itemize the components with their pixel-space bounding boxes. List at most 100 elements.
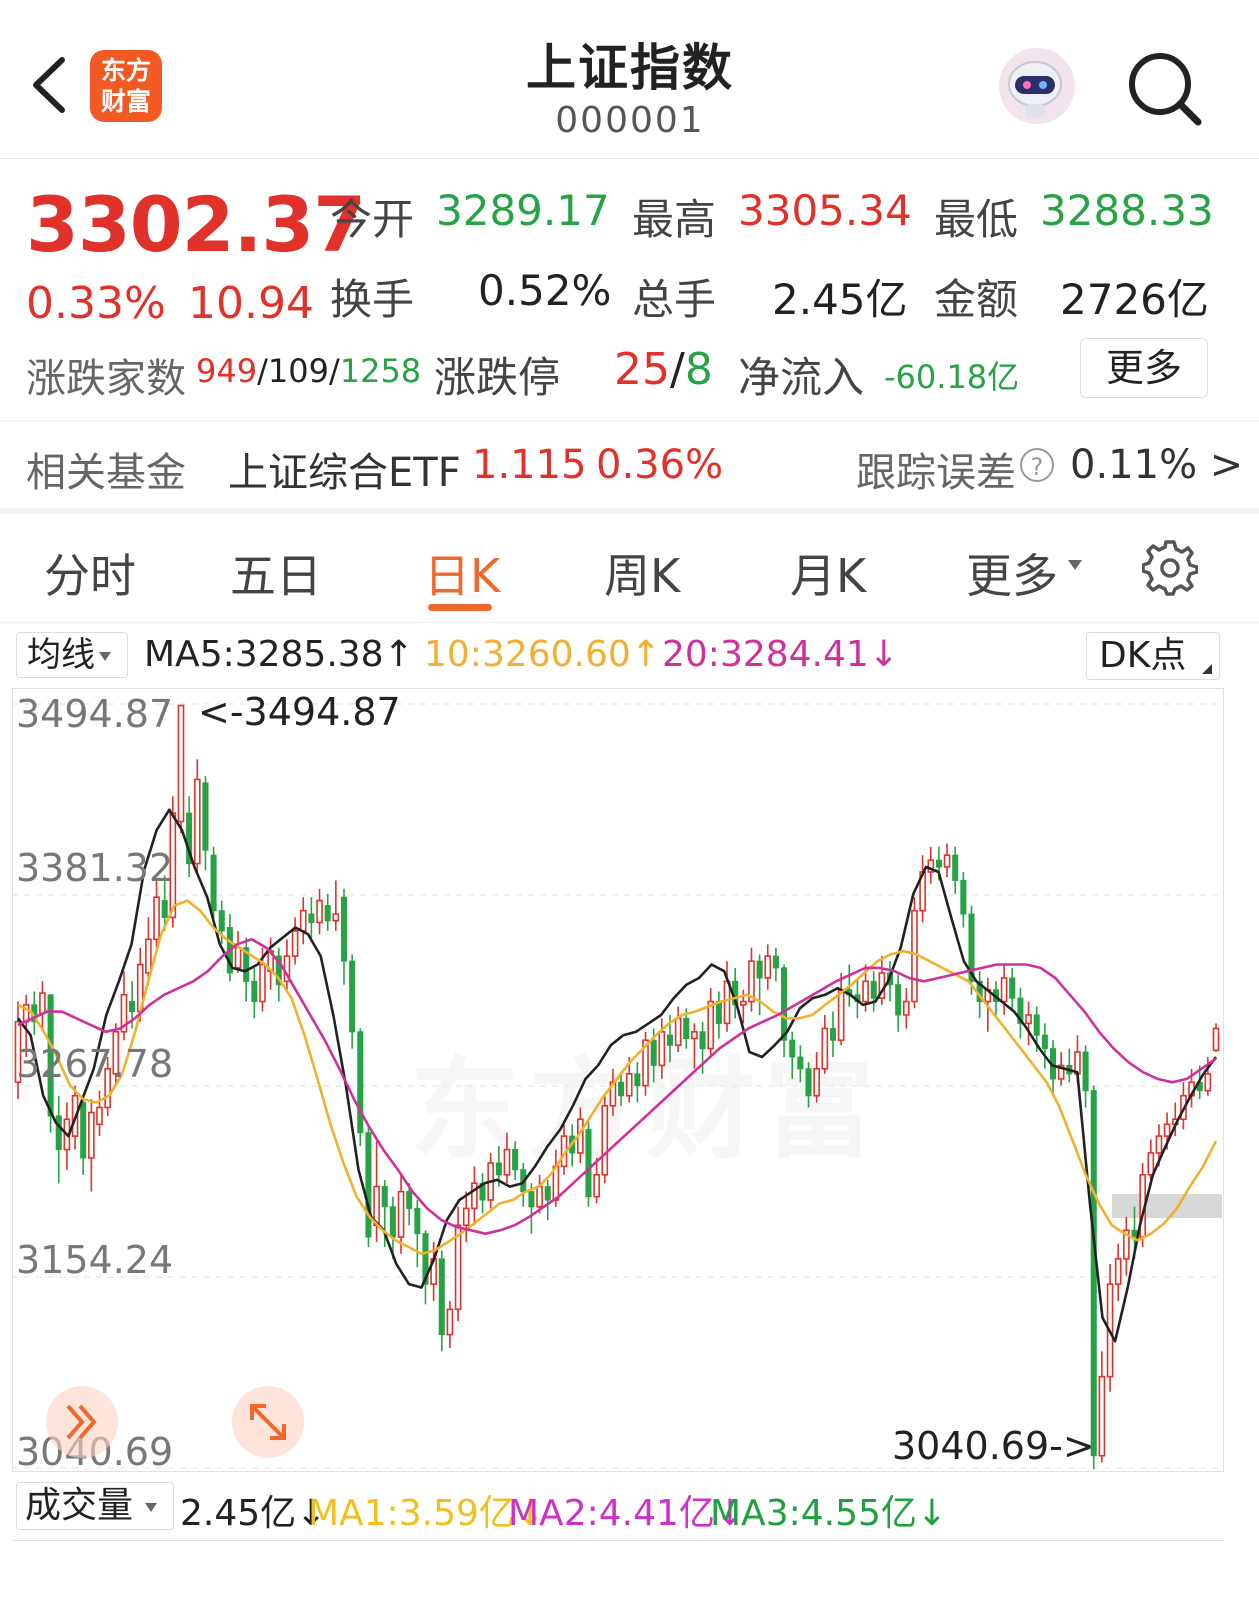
candle-body bbox=[715, 1001, 722, 1024]
turnover-label: 换手 bbox=[330, 275, 415, 324]
candle-body bbox=[55, 1115, 62, 1151]
top-bar: 东方财富 上证指数 000001 bbox=[0, 0, 1259, 159]
candle-body bbox=[723, 980, 731, 1025]
limit-down-count: 8 bbox=[684, 344, 713, 395]
search-icon[interactable] bbox=[1124, 48, 1204, 128]
chevron-down-icon bbox=[1068, 560, 1082, 570]
change-percent: 0.33% bbox=[26, 278, 166, 329]
indicator-select[interactable]: 均线 bbox=[16, 632, 128, 678]
candle-body bbox=[397, 1190, 405, 1238]
candle-body bbox=[1009, 977, 1016, 999]
help-icon[interactable]: ? bbox=[1020, 448, 1054, 482]
candle-body bbox=[1090, 1090, 1097, 1457]
candle-body bbox=[291, 930, 299, 957]
candle-body bbox=[202, 782, 209, 851]
ma-line-ma5 bbox=[16, 808, 1218, 1343]
down-count: 1258 bbox=[339, 352, 422, 390]
high-value: 3305.34 bbox=[738, 186, 912, 235]
robot-assistant-icon[interactable] bbox=[995, 44, 1079, 128]
limit-values: 25/8 bbox=[614, 344, 713, 395]
candle-body bbox=[349, 960, 356, 1033]
tracking-error-label: 跟踪误差 bbox=[856, 450, 1016, 496]
tab-weekly-k[interactable]: 周K bbox=[604, 540, 680, 606]
candle-body bbox=[781, 967, 788, 1041]
more-button[interactable]: 更多 bbox=[1080, 338, 1208, 398]
tab-more[interactable]: 更多 bbox=[966, 540, 1058, 606]
candle-body bbox=[1163, 1123, 1171, 1137]
candle-body bbox=[870, 980, 877, 999]
ma5-value: MA5:3285.38↑ bbox=[144, 634, 414, 675]
candle-body bbox=[96, 1106, 103, 1126]
candle-body bbox=[952, 854, 959, 881]
candle-body bbox=[1155, 1135, 1163, 1154]
open-value: 3289.17 bbox=[436, 186, 610, 235]
candle-body bbox=[813, 1068, 820, 1097]
amount-value: 2726亿 bbox=[1060, 275, 1209, 324]
flat-count: 109 bbox=[267, 352, 329, 390]
kline-chart[interactable] bbox=[12, 688, 1224, 1472]
tab-daily-k[interactable]: 日K bbox=[424, 540, 500, 606]
candle-body bbox=[544, 1186, 551, 1201]
candle-body bbox=[528, 1191, 535, 1208]
double-chevron-icon bbox=[66, 1404, 97, 1440]
volume-indicator-select[interactable]: 成交量 bbox=[16, 1482, 174, 1530]
candle-body bbox=[585, 1128, 592, 1198]
candle-body bbox=[365, 1132, 372, 1238]
candle-body bbox=[666, 1034, 673, 1046]
candle-body bbox=[39, 992, 46, 1015]
candle-body bbox=[707, 1000, 715, 1050]
page-title: 上证指数 bbox=[526, 39, 734, 97]
candle-body bbox=[601, 1105, 609, 1176]
candle-body bbox=[1082, 1051, 1089, 1092]
advance-decline-values: 949/109/1258 bbox=[196, 352, 422, 390]
limit-up-count: 25 bbox=[614, 344, 670, 395]
dk-point-button[interactable]: DK点 bbox=[1086, 632, 1220, 680]
candle-body bbox=[536, 1185, 543, 1208]
candle-body bbox=[251, 980, 258, 1003]
related-fund-percent: 0.36% bbox=[596, 442, 724, 488]
ma20-value: 20:3284.41↓ bbox=[662, 634, 899, 675]
candle-body bbox=[340, 896, 348, 962]
gear-icon[interactable] bbox=[1142, 540, 1198, 596]
low-marker: 3040.69-> bbox=[892, 1424, 1095, 1468]
tracking-error-value[interactable]: 0.11% > bbox=[1070, 442, 1243, 488]
candle-body bbox=[756, 960, 763, 979]
candle-body bbox=[308, 913, 315, 923]
y-tick-label: 3154.24 bbox=[16, 1238, 174, 1282]
candle-body bbox=[789, 1039, 796, 1058]
candle-body bbox=[389, 1206, 396, 1238]
low-value: 3288.33 bbox=[1040, 186, 1214, 235]
volume-ma3: MA3:4.55亿↓ bbox=[710, 1493, 948, 1534]
tab-intraday[interactable]: 分时 bbox=[44, 540, 136, 606]
expand-button[interactable] bbox=[232, 1386, 304, 1458]
candle-body bbox=[145, 938, 152, 974]
candle-body bbox=[512, 1149, 519, 1171]
candle-body bbox=[650, 1039, 657, 1066]
candle-body bbox=[414, 1207, 421, 1235]
tab-five-day[interactable]: 五日 bbox=[230, 540, 322, 606]
related-fund-name[interactable]: 上证综合ETF bbox=[228, 440, 461, 498]
candle-body bbox=[1147, 1152, 1155, 1176]
current-price: 3302.37 bbox=[26, 180, 366, 269]
expand-icon bbox=[250, 1404, 286, 1440]
amount-label: 金额 bbox=[934, 275, 1019, 324]
turnover-value: 0.52% bbox=[478, 266, 612, 315]
candle-body bbox=[471, 1182, 478, 1210]
candle-body bbox=[381, 1186, 388, 1208]
candle-body bbox=[406, 1191, 413, 1209]
fast-forward-button[interactable] bbox=[46, 1386, 118, 1458]
divider bbox=[0, 420, 1259, 421]
tab-monthly-k[interactable]: 月K bbox=[790, 540, 866, 606]
candle-body bbox=[829, 1027, 836, 1041]
open-label: 今开 bbox=[330, 195, 415, 244]
volume-label: 总手 bbox=[632, 275, 717, 324]
ma-lines bbox=[16, 808, 1218, 1343]
candle-body bbox=[1204, 1073, 1212, 1092]
advance-decline-label: 涨跌家数 bbox=[26, 356, 186, 402]
back-arrow-icon[interactable] bbox=[22, 50, 82, 120]
candle-body bbox=[1212, 1027, 1220, 1052]
candle-body bbox=[1114, 1258, 1122, 1285]
price-band bbox=[1112, 1194, 1222, 1218]
candle-body bbox=[837, 988, 845, 1042]
candle-body bbox=[805, 1068, 812, 1097]
